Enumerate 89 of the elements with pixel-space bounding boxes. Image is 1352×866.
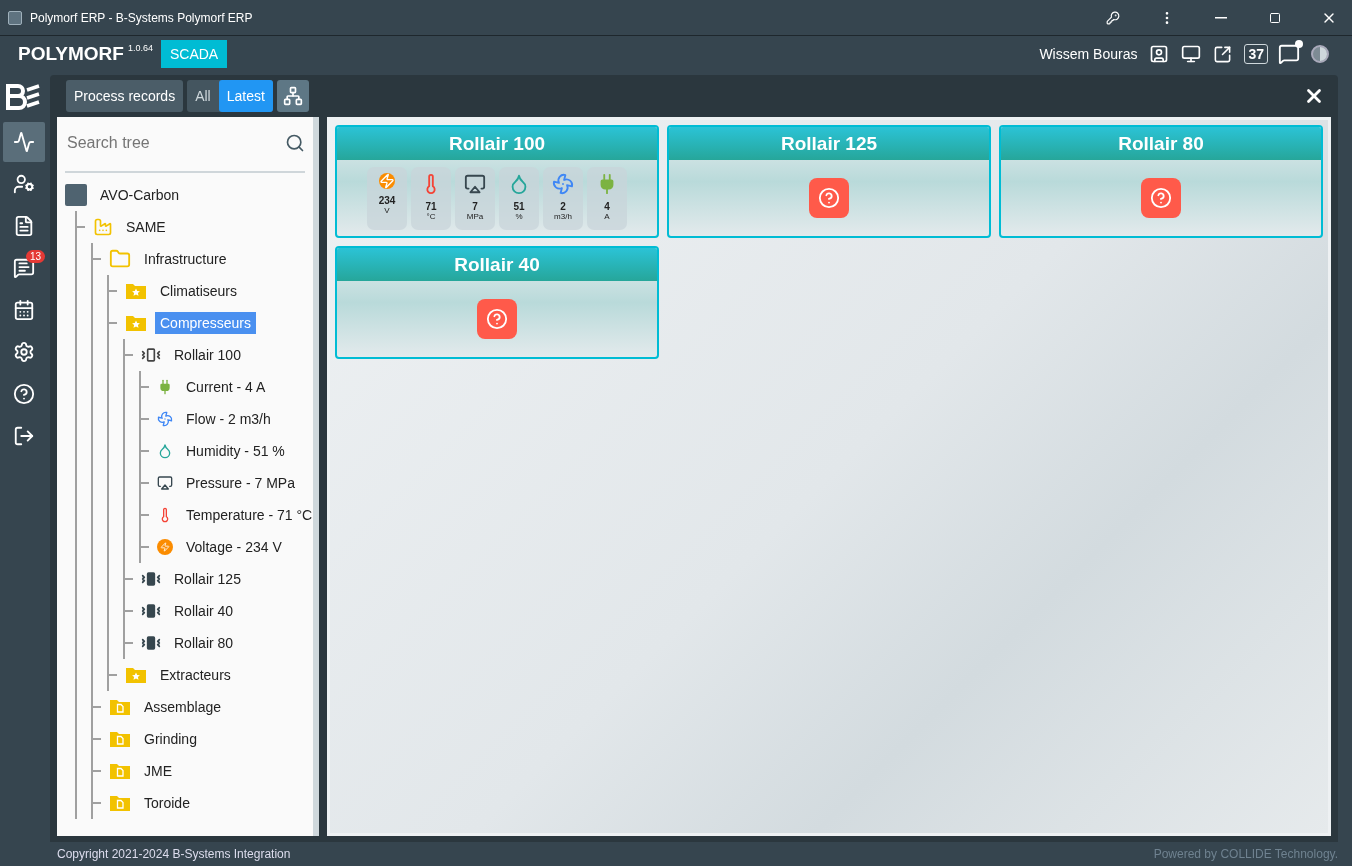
chat-nav-button[interactable]: 13 [3, 248, 45, 288]
calendar-icon [13, 299, 35, 321]
tree-item[interactable]: Extracteurs [155, 664, 236, 686]
sensor-tile: 7 MPa [455, 166, 495, 230]
device-icon [141, 601, 161, 621]
search-field[interactable]: Search tree [65, 133, 285, 153]
tree-item[interactable]: Assemblage [139, 696, 227, 718]
tree-item[interactable]: Infrastructure [139, 248, 232, 270]
tree-item[interactable]: Voltage - 234 V [181, 536, 287, 558]
notification-dot [1295, 40, 1303, 48]
document-folder-icon [109, 794, 131, 812]
screen-icon [464, 172, 486, 195]
minimize-icon [1215, 16, 1227, 19]
tree-item[interactable]: Rollair 125 [169, 568, 246, 590]
star-folder-icon [125, 666, 147, 684]
factory-icon [93, 217, 113, 237]
sensor-tile: 71 °C [411, 166, 451, 230]
device-icon [141, 569, 161, 589]
card-title: Rollair 40 [337, 248, 657, 281]
card-title: Rollair 100 [337, 127, 657, 160]
counter[interactable]: 37 [1244, 44, 1268, 64]
user-name: Wissem Bouras [1039, 46, 1138, 62]
powered-by-text: Powered by COLLIDE Technology. [1153, 847, 1338, 861]
tree-item[interactable]: Grinding [139, 728, 202, 750]
search-icon[interactable] [285, 133, 305, 153]
half-circle-icon [1310, 44, 1330, 64]
document-folder-icon [109, 730, 131, 748]
plug-icon [157, 379, 173, 395]
logo-drawing [6, 84, 42, 110]
question-icon [1150, 187, 1172, 209]
card-title: Rollair 80 [1001, 127, 1321, 160]
sensor-tile: 4 A [587, 166, 627, 230]
version-label: 1.0.64 [127, 43, 153, 53]
activity-icon [13, 131, 35, 153]
brand-name: POLYMORF [18, 43, 124, 65]
message-icon [1278, 43, 1300, 65]
fan-icon [552, 172, 574, 195]
tree-item[interactable]: Flow - 2 m3/h [181, 408, 276, 430]
module-label: SCADA [160, 40, 228, 68]
folder-icon [109, 248, 131, 270]
copyright-text: Copyright 2021-2024 B-Systems Integration [57, 847, 291, 861]
tree-item[interactable]: AVO-Carbon [95, 184, 185, 206]
network-icon [282, 86, 303, 106]
star-folder-icon [125, 282, 147, 300]
users-icon [13, 173, 35, 195]
process-records-button[interactable]: Process records [66, 80, 184, 112]
question-icon [818, 187, 840, 209]
monitor-icon [1181, 44, 1202, 64]
card-title: Rollair 125 [669, 127, 989, 160]
question-icon [486, 308, 508, 330]
document-folder-icon [109, 762, 131, 780]
external-link-icon [1213, 44, 1233, 64]
tree-item[interactable]: Humidity - 51 % [181, 440, 290, 462]
sensor-tile: 2 m3/h [543, 166, 583, 230]
document-folder-icon [109, 698, 131, 716]
tree-item[interactable]: Toroide [139, 792, 195, 814]
window-title: Polymorf ERP - B-Systems Polymorf ERP [30, 10, 254, 25]
tree-view-button[interactable] [276, 80, 309, 112]
help-icon [13, 383, 35, 405]
tree-item[interactable]: Pressure - 7 MPa [181, 472, 300, 494]
tree-item[interactable]: Climatiseurs [155, 280, 242, 302]
device-icon [141, 345, 161, 365]
sensor-tile: 51 % [499, 166, 539, 230]
star-folder-icon [125, 314, 147, 332]
count-badge: 13 [25, 250, 45, 263]
bolt-icon [379, 172, 395, 189]
tree-item[interactable]: Temperature - 71 °C [181, 504, 313, 526]
tree-item[interactable]: Current - 4 A [181, 376, 271, 398]
sensor-tile: 234 V [367, 166, 407, 230]
activity-nav-button[interactable] [3, 122, 45, 162]
tree-item[interactable]: JME [139, 760, 177, 782]
logout-icon [13, 425, 35, 447]
app-icon [8, 10, 22, 25]
bolt-icon [157, 539, 173, 555]
tree-item[interactable]: Rollair 40 [169, 600, 239, 622]
tree-item[interactable]: Rollair 80 [169, 632, 239, 654]
droplet-icon [157, 443, 173, 459]
key-icon [1106, 10, 1120, 25]
maximize-icon [1269, 11, 1281, 24]
user-icon [1149, 44, 1170, 64]
screen-icon [157, 475, 173, 491]
fan-icon [157, 411, 173, 427]
tree-item[interactable]: Rollair 100 [169, 344, 246, 366]
device-icon [141, 633, 161, 653]
filter-tab[interactable]: All [187, 80, 219, 112]
settings-icon [13, 341, 35, 363]
notification-button[interactable] [1278, 43, 1300, 65]
tree-item[interactable]: SAME [121, 216, 171, 238]
files-icon [13, 215, 35, 237]
